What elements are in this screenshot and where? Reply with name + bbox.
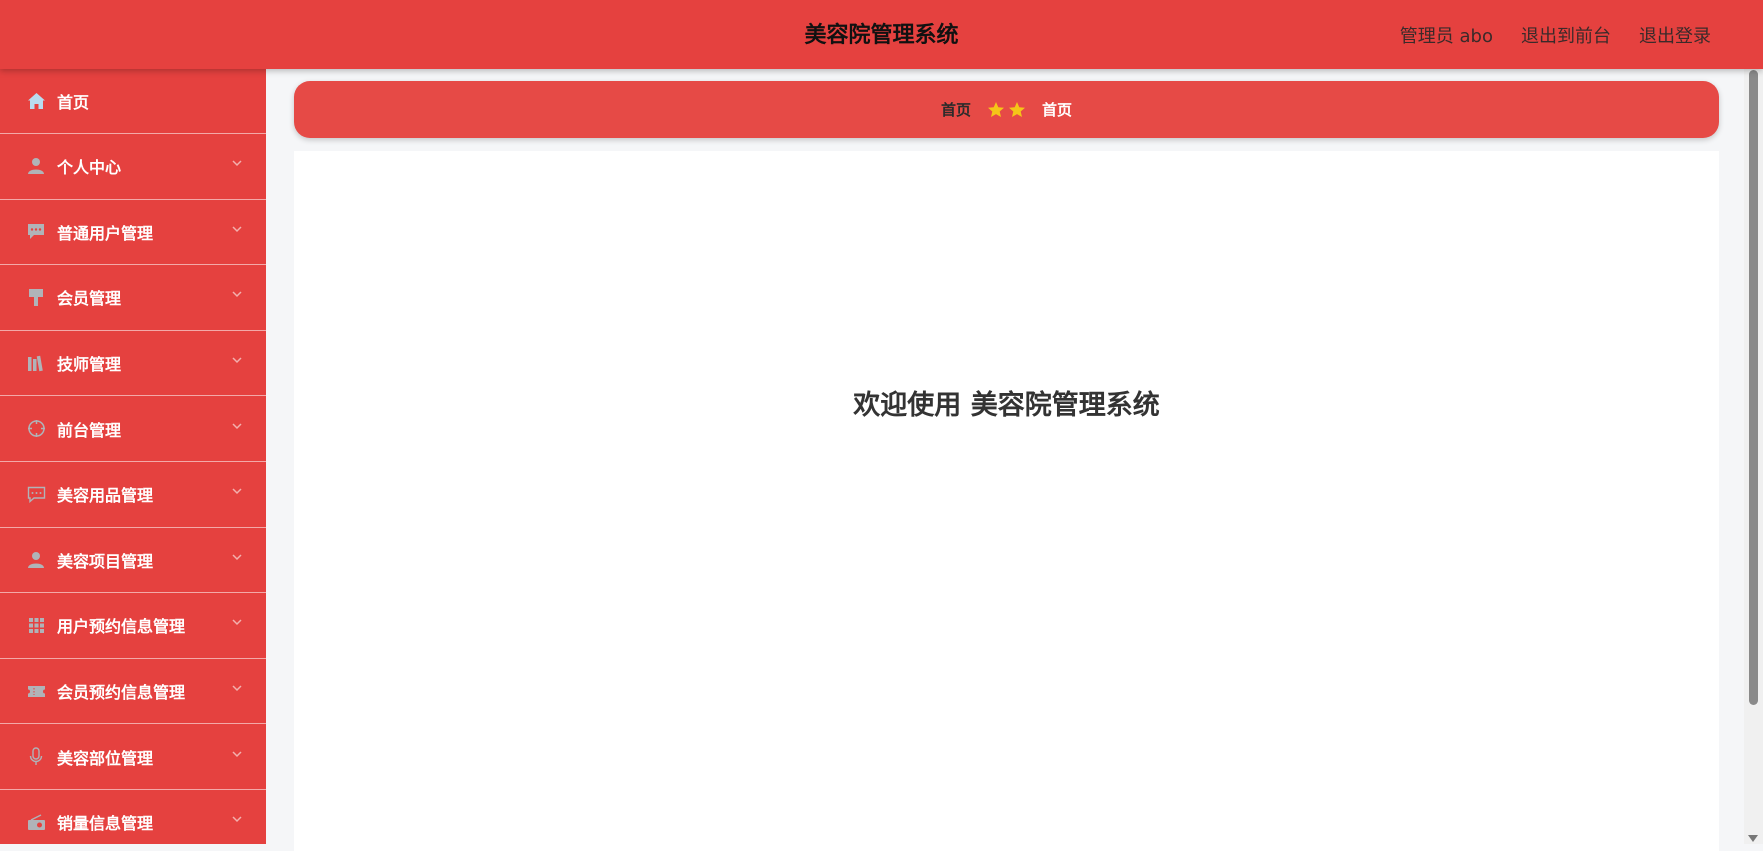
sidebar-menu: 首页 个人中心 普通用户管理 会员管理 技师管理 前台管理 美容用品管理 美容项… [0, 69, 266, 844]
sidebar-item-personal-center[interactable]: 个人中心 [0, 134, 266, 200]
grid-icon [26, 615, 46, 635]
chevron-down-icon [232, 488, 242, 495]
sidebar-item-user-management[interactable]: 普通用户管理 [0, 200, 266, 266]
sidebar-item-home[interactable]: 首页 [0, 69, 266, 134]
scroll-down-arrow-icon[interactable] [1748, 835, 1758, 842]
sidebar-item-sales-info-management[interactable]: 销量信息管理 [0, 790, 266, 844]
chevron-down-icon [232, 160, 242, 167]
star-icon [988, 101, 1004, 117]
chevron-down-icon [232, 751, 242, 757]
sidebar-item-label: 销量信息管理 [57, 814, 154, 834]
main-area: 首页 首页 欢迎使用 美容院管理系统 [266, 69, 1744, 851]
chevron-down-icon [232, 816, 242, 823]
sidebar-item-member-management[interactable]: 会员管理 [0, 265, 266, 331]
current-user-label: 管理员 abo [1399, 25, 1493, 47]
user-icon [26, 550, 46, 570]
chevron-down-icon [232, 291, 242, 298]
breadcrumb-home[interactable]: 首页 [941, 99, 971, 120]
chevron-down-icon [232, 357, 242, 364]
sidebar-item-front-desk-management[interactable]: 前台管理 [0, 396, 266, 462]
sidebar-item-user-booking-management[interactable]: 用户预约信息管理 [0, 593, 266, 659]
header-actions: 管理员 abo 退出到前台 退出登录 [1400, 0, 1711, 69]
star-icon [1009, 101, 1025, 117]
chevron-down-icon [232, 423, 242, 429]
chevron-down-icon [232, 619, 242, 626]
sidebar-item-label: 美容用品管理 [57, 486, 154, 506]
breadcrumb-current: 首页 [1042, 101, 1073, 119]
chevron-down-icon [232, 554, 242, 560]
sidebar-item-label: 前台管理 [57, 420, 122, 440]
sidebar-item-label: 会员预约信息管理 [57, 683, 186, 703]
sidebar-item-label: 个人中心 [57, 158, 122, 178]
sidebar-item-label: 首页 [57, 93, 90, 112]
sidebar-item-beauty-area-management[interactable]: 美容部位管理 [0, 724, 266, 790]
sidebar-item-member-booking-management[interactable]: 会员预约信息管理 [0, 659, 266, 725]
user-icon [26, 156, 46, 176]
sidebar-item-beauty-supplies-management[interactable]: 美容用品管理 [0, 462, 266, 528]
logout-link[interactable]: 退出登录 [1639, 22, 1711, 48]
sidebar-item-label: 技师管理 [57, 355, 122, 375]
microphone-icon [26, 747, 46, 767]
top-header: 美容院管理系统 管理员 abo 退出到前台 退出登录 [0, 0, 1763, 69]
chevron-down-icon [232, 226, 242, 232]
breadcrumb: 首页 首页 [294, 81, 1719, 138]
content-panel: 欢迎使用 美容院管理系统 [294, 151, 1719, 851]
ticket-icon [26, 681, 46, 701]
scrollbar-thumb[interactable] [1749, 70, 1758, 705]
chevron-down-icon [232, 685, 242, 692]
brush-icon [26, 287, 46, 307]
chat-icon [26, 222, 46, 242]
sidebar-item-label: 用户预约信息管理 [57, 617, 186, 637]
welcome-message: 欢迎使用 美容院管理系统 [853, 390, 1160, 421]
sidebar-item-label: 普通用户管理 [57, 223, 154, 243]
message-icon [26, 484, 46, 504]
home-icon [26, 91, 46, 111]
library-icon [26, 353, 46, 373]
sidebar-item-label: 会员管理 [57, 289, 122, 309]
exit-to-frontend-link[interactable]: 退出到前台 [1521, 22, 1611, 48]
page-scrollbar[interactable] [1744, 69, 1763, 844]
sidebar-item-label: 美容项目管理 [57, 551, 154, 571]
radio-icon [26, 812, 46, 832]
breadcrumb-separator [987, 101, 1026, 119]
target-icon [26, 419, 46, 439]
sidebar-item-label: 美容部位管理 [57, 748, 154, 768]
sidebar-item-technician-management[interactable]: 技师管理 [0, 331, 266, 397]
sidebar-item-beauty-project-management[interactable]: 美容项目管理 [0, 528, 266, 594]
